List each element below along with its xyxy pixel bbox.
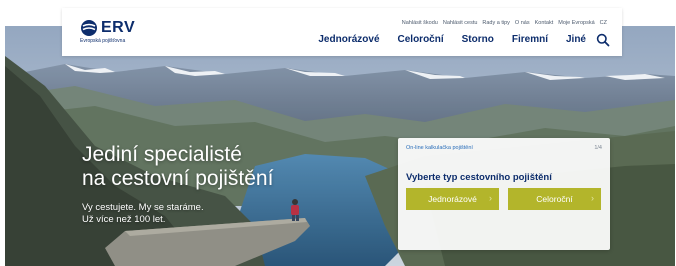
hero-tagline: Vy cestujete. My se staráme. Už více než… <box>82 202 204 226</box>
main-nav: Jednorázové Celoroční Storno Firemní Jin… <box>318 34 586 45</box>
option-single-trip-button[interactable]: Jednorázové › <box>406 188 499 210</box>
util-link-report-claim[interactable]: Nahlásit škodu <box>402 20 438 26</box>
nav-item-other[interactable]: Jiné <box>566 34 586 45</box>
util-link-my-account[interactable]: Moje Evropská <box>558 20 594 26</box>
erv-logo-icon <box>81 20 97 36</box>
hero-tagline-line-2: Už více než 100 let. <box>82 214 166 225</box>
util-link-tips[interactable]: Rady a tipy <box>482 20 510 26</box>
chevron-right-icon: › <box>489 193 492 203</box>
hero-headline-line-2: na cestovní pojištění <box>82 167 274 190</box>
utility-nav: Nahlásit škodu Nahlásit cestu Rady a tip… <box>402 20 607 26</box>
calculator-title: Vyberte typ cestovního pojištění <box>406 172 552 183</box>
search-icon <box>596 33 610 47</box>
nav-item-business[interactable]: Firemní <box>512 34 548 45</box>
erv-logo[interactable]: ERV Evropská pojišťovna <box>80 19 150 45</box>
nav-item-single-trip[interactable]: Jednorázové <box>318 34 379 45</box>
search-button[interactable] <box>596 33 610 47</box>
chevron-right-icon: › <box>591 193 594 203</box>
util-link-about[interactable]: O nás <box>515 20 530 26</box>
page: ERV Evropská pojišťovna Nahlásit škodu N… <box>0 0 676 266</box>
util-link-report-trip[interactable]: Nahlásit cestu <box>443 20 478 26</box>
util-link-contact[interactable]: Kontakt <box>535 20 554 26</box>
nav-item-annual[interactable]: Celoroční <box>398 34 444 45</box>
nav-item-cancellation[interactable]: Storno <box>462 34 494 45</box>
calculator-label[interactable]: On-line kalkulačka pojištění <box>406 145 473 151</box>
hero-tagline-line-1: Vy cestujete. My se staráme. <box>82 202 204 213</box>
logo-subtitle: Evropská pojišťovna <box>80 38 126 44</box>
hero-headline: Jediní specialisté na cestovní pojištění <box>82 143 273 191</box>
insurance-calculator-card: On-line kalkulačka pojištění 1/4 Vyberte… <box>398 138 610 250</box>
option-annual-button[interactable]: Celoroční › <box>508 188 601 210</box>
option-annual-label: Celoroční <box>536 194 573 204</box>
option-single-trip-label: Jednorázové <box>428 194 477 204</box>
hero-headline-line-1: Jediní specialisté <box>82 143 242 166</box>
calculator-step-indicator: 1/4 <box>594 145 602 151</box>
logo-wordmark: ERV <box>101 19 136 36</box>
site-header: ERV Evropská pojišťovna Nahlásit škodu N… <box>62 8 622 56</box>
language-switch[interactable]: CZ <box>600 20 607 26</box>
